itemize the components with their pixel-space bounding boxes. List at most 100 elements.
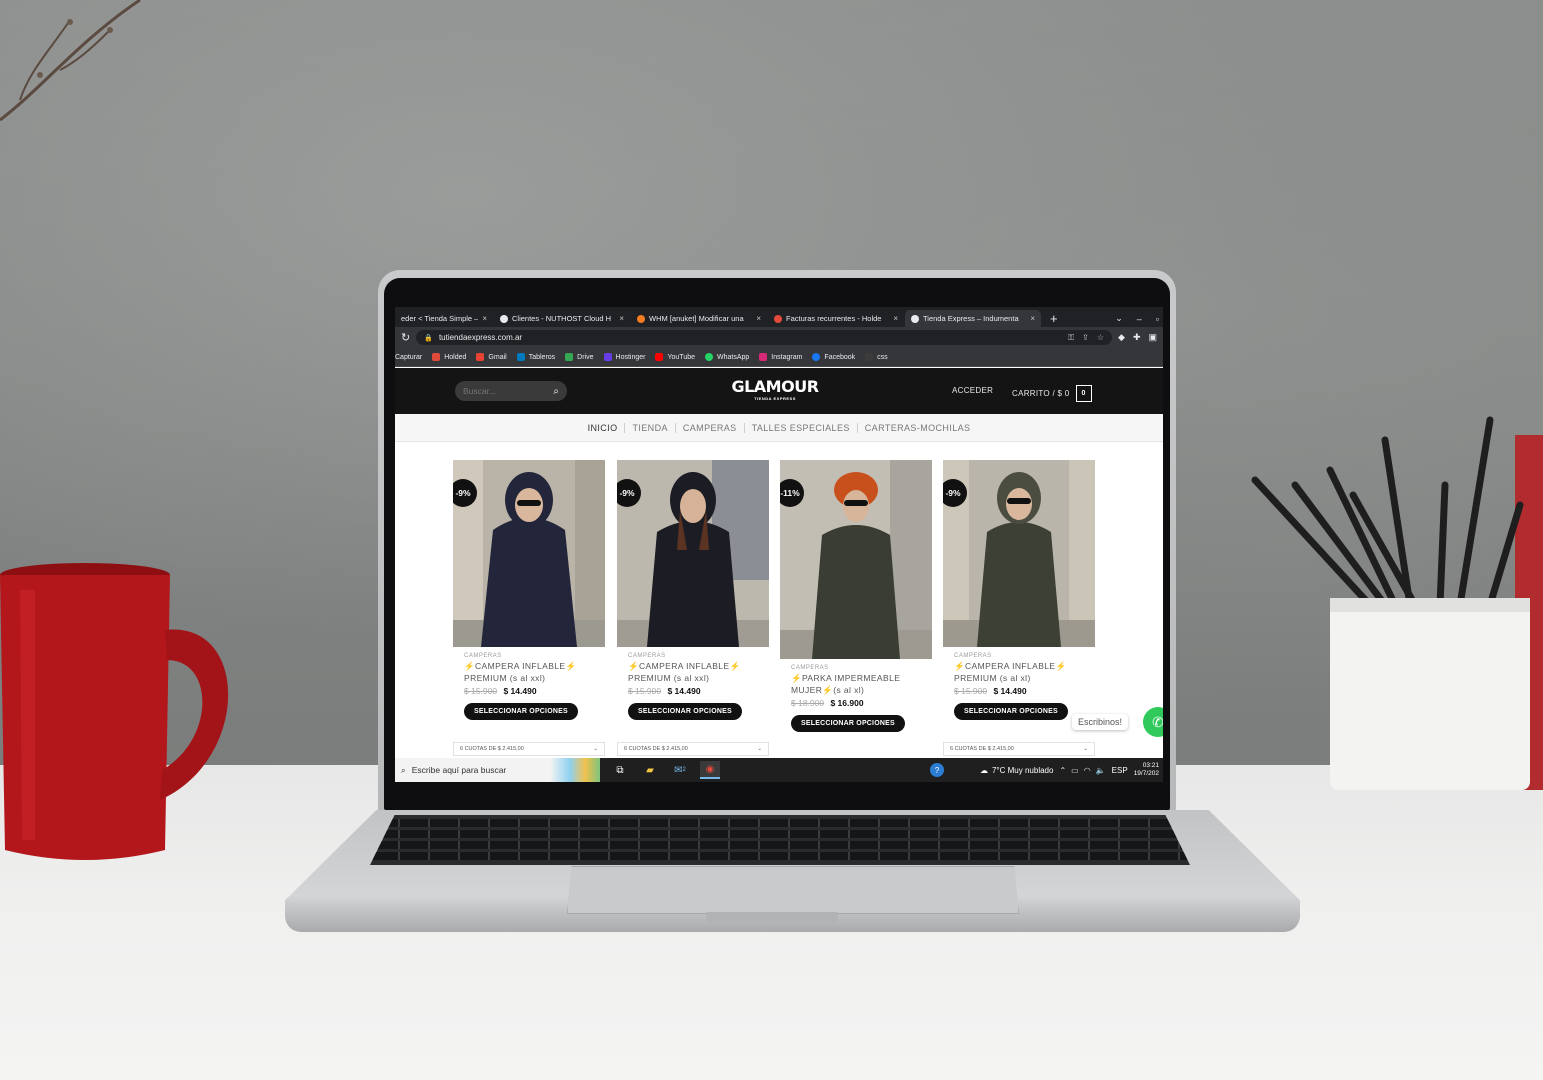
chrome-icon[interactable]: ◉ (700, 761, 720, 779)
bookmark-youtube[interactable]: YouTube (655, 353, 695, 361)
product-image[interactable]: -11% (780, 460, 932, 659)
tab-title: eder < Tienda Simple — (401, 314, 479, 323)
weather-widget[interactable]: ☁ 7°C Muy nublado (980, 766, 1053, 775)
bookmark-instagram[interactable]: Instagram (759, 353, 802, 361)
bookmark-whatsapp[interactable]: WhatsApp (705, 353, 749, 361)
select-options-button[interactable]: SELECCIONAR OPCIONES (628, 703, 742, 720)
bookmark-tableros[interactable]: Tableros (516, 353, 555, 361)
nav-tienda[interactable]: TIENDA (625, 422, 676, 433)
help-icon[interactable]: ? (929, 763, 944, 777)
whatsapp-chat-label[interactable]: Escribinos! (1072, 714, 1129, 730)
product-name-line: MUJER⚡(s al xl) (791, 684, 865, 695)
browser-tab[interactable]: Facturas recurrentes - Holde × (768, 310, 904, 327)
product-card: -9% CAMPERAS ⚡CAMPERA INFLABLE⚡ PREMIUM … (943, 460, 1095, 720)
installments-text: 6 CUOTAS DE $ 2.415,00 (950, 746, 1014, 752)
installments-select[interactable]: 6 CUOTAS DE $ 2.415,00 ⌄ (617, 742, 769, 756)
product-name[interactable]: ⚡CAMPERA INFLABLE⚡ PREMIUM (s al xl) (954, 661, 1084, 684)
login-link[interactable]: ACCEDER (952, 386, 993, 395)
product-info: CAMPERAS ⚡CAMPERA INFLABLE⚡ PREMIUM (s a… (453, 647, 605, 720)
bookmark-gmail[interactable]: Gmail (476, 353, 507, 361)
maximize-icon[interactable]: ▫ (1156, 314, 1159, 324)
product-name[interactable]: ⚡PARKA IMPERMEABLE MUJER⚡(s al xl) (791, 673, 921, 696)
close-icon[interactable]: × (1030, 314, 1035, 323)
chevron-up-icon[interactable]: ⌃ (1059, 766, 1066, 775)
site-logo[interactable]: GLAMOUR TIENDA EXPRESS (725, 377, 825, 401)
lock-icon[interactable]: 🔒 (424, 334, 433, 342)
file-explorer-icon[interactable]: ▰ (640, 761, 660, 779)
close-icon[interactable]: × (756, 314, 761, 323)
bookmark-star-icon[interactable]: ☆ (1097, 333, 1104, 343)
site-search[interactable]: ⌕ (455, 381, 567, 401)
new-tab-button[interactable]: + (1042, 310, 1066, 327)
puzzle-icon[interactable]: ✚ (1133, 332, 1141, 343)
drive-icon (565, 353, 574, 361)
cart-link[interactable]: CARRITO / $ 0 0 (1012, 385, 1092, 402)
wifi-icon[interactable]: ◠ (1084, 766, 1091, 775)
language-indicator[interactable]: ESP (1112, 766, 1128, 775)
close-icon[interactable]: × (619, 314, 624, 323)
installments-select[interactable]: 6 CUOTAS DE $ 2.415,00 ⌄ (943, 742, 1095, 756)
favicon-icon (911, 314, 919, 323)
product-image[interactable]: -9% (453, 460, 605, 647)
bookmark-label: WhatsApp (717, 353, 750, 361)
facebook-icon (812, 353, 821, 361)
pencil-holder (1251, 416, 1543, 790)
bookmark-css[interactable]: css (865, 353, 888, 361)
site-header: ⌕ GLAMOUR TIENDA EXPRESS ACCEDER CARRITO… (395, 368, 1163, 414)
task-view-icon[interactable]: ⧉ (610, 761, 630, 779)
chevron-down-icon: ⌄ (1083, 746, 1088, 752)
close-icon[interactable]: × (893, 314, 898, 323)
bookmark-capturar[interactable]: Capturar (395, 354, 422, 361)
browser-tab[interactable]: WHM [anuket] Modificar una × (631, 310, 767, 327)
select-options-button[interactable]: SELECCIONAR OPCIONES (464, 703, 578, 720)
mail-icon[interactable]: ✉ 2 (670, 761, 690, 779)
nav-camperas[interactable]: CAMPERAS (676, 422, 745, 433)
product-category[interactable]: CAMPERAS (954, 653, 1084, 659)
product-name[interactable]: ⚡CAMPERA INFLABLE⚡ PREMIUM (s al xxl) (628, 661, 758, 684)
search-icon[interactable]: ⌕ (553, 386, 559, 397)
minimize-icon[interactable]: – (1137, 314, 1142, 324)
css-icon (865, 353, 874, 361)
sidepanel-icon[interactable]: ▣ (1148, 332, 1157, 343)
select-options-button[interactable]: SELECCIONAR OPCIONES (791, 715, 905, 732)
close-icon[interactable]: × (482, 314, 487, 323)
bookmarks-bar: Capturar Holded Gmail Tableros Drive Hos… (395, 348, 1163, 367)
bookmark-drive[interactable]: Drive (565, 353, 594, 361)
extension-icons: ◆ ✚ ▣ (1118, 332, 1157, 343)
product-image[interactable]: -9% (617, 460, 769, 647)
nav-carteras-mochilas[interactable]: CARTERAS-MOCHILAS (858, 423, 978, 433)
omnibox-icons: ⚿ ⇪ ☆ (1068, 333, 1104, 343)
product-image[interactable]: -9% (943, 460, 1095, 647)
address-bar[interactable]: 🔒 tutiendaexpress.com.ar ⚿ ⇪ ☆ (416, 330, 1113, 345)
weather-text: 7°C Muy nublado (991, 765, 1054, 775)
clock-time: 03:21 (1142, 762, 1159, 769)
product-category[interactable]: CAMPERAS (791, 665, 921, 671)
product-category[interactable]: CAMPERAS (464, 653, 594, 659)
share-icon[interactable]: ⇪ (1082, 333, 1089, 343)
product-category[interactable]: CAMPERAS (628, 653, 758, 659)
key-icon[interactable]: ⚿ (1068, 333, 1074, 343)
clock-date: 19/7/202 (1133, 770, 1159, 777)
battery-icon[interactable]: ▭ (1071, 766, 1079, 775)
bookmark-facebook[interactable]: Facebook (812, 353, 855, 361)
extension-icon[interactable]: ◆ (1118, 332, 1125, 343)
browser-tab-active[interactable]: Tienda Express – Indumenta × (905, 310, 1041, 327)
nav-inicio[interactable]: INICIO (581, 422, 626, 433)
tab-search-icon[interactable]: ⌄ (1115, 313, 1123, 324)
volume-icon[interactable]: 🔈 (1096, 766, 1106, 775)
whatsapp-icon (705, 353, 713, 361)
youtube-icon (655, 353, 664, 361)
bookmark-holded[interactable]: Holded (432, 353, 466, 361)
search-input[interactable] (463, 386, 543, 396)
installments-select[interactable]: 6 CUOTAS DE $ 2.415,00 ⌄ (453, 742, 605, 756)
browser-tab[interactable]: Clientes - NUTHOST Cloud H × (494, 310, 630, 327)
product-name[interactable]: ⚡CAMPERA INFLABLE⚡ PREMIUM (s al xxl) (464, 661, 594, 684)
browser-tab-strip: eder < Tienda Simple — × Clientes - NUTH… (395, 307, 1163, 327)
bookmark-hostinger[interactable]: Hostinger (603, 353, 645, 361)
taskbar-search[interactable]: ⌕ Escribe aquí para buscar (395, 758, 600, 782)
browser-tab[interactable]: eder < Tienda Simple — × (395, 310, 493, 327)
reload-icon[interactable]: ↻ (401, 331, 410, 344)
select-options-button[interactable]: SELECCIONAR OPCIONES (954, 703, 1068, 720)
clock[interactable]: 03:21 19/7/202 (1134, 762, 1159, 778)
nav-talles-especiales[interactable]: TALLES ESPECIALES (745, 422, 858, 433)
